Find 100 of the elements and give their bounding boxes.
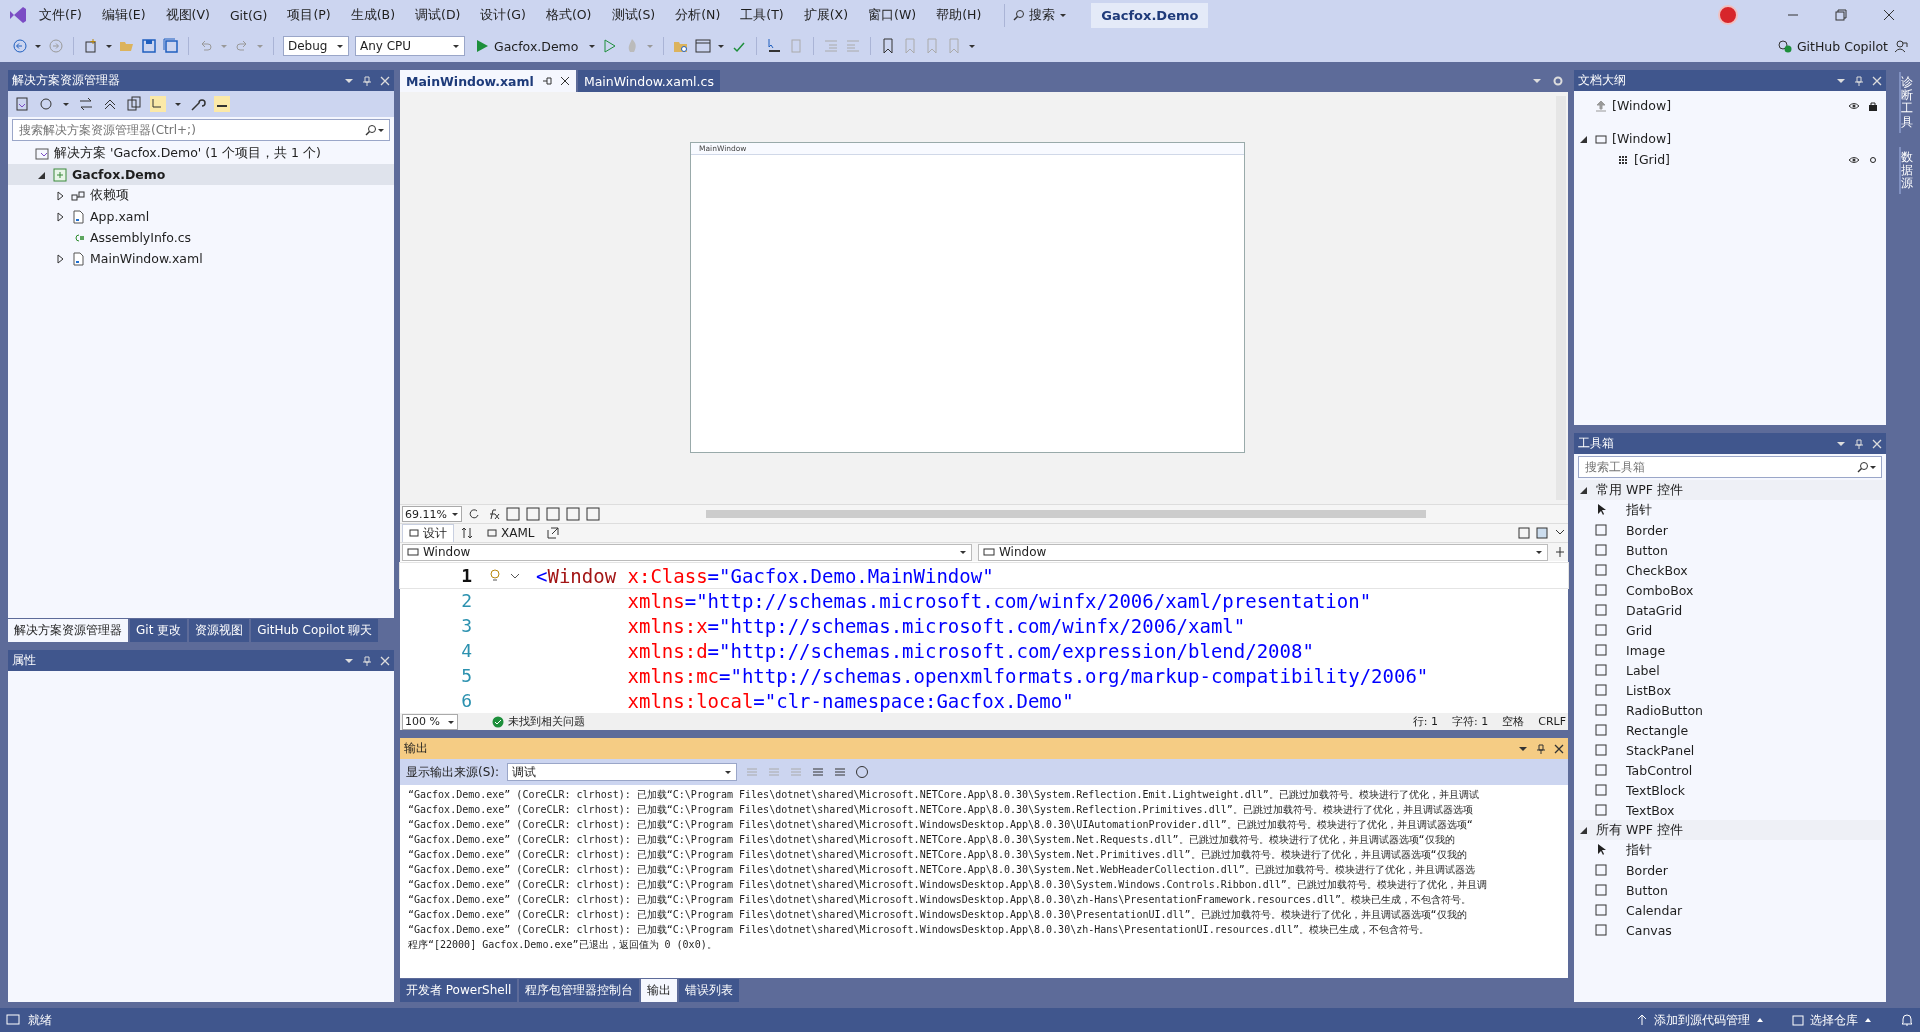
menu-item[interactable]: 测试(S): [602, 2, 665, 28]
toolbox-item[interactable]: 指针: [1574, 840, 1886, 860]
collapsed-arrow-icon[interactable]: [55, 190, 65, 201]
menu-item[interactable]: 编辑(E): [92, 2, 155, 28]
toolbox-item[interactable]: TextBlock: [1574, 780, 1886, 800]
wrench-icon[interactable]: [190, 96, 206, 112]
menu-item[interactable]: Git(G): [220, 3, 277, 27]
element-dropdown[interactable]: Window: [402, 543, 972, 561]
element-dropdown[interactable]: Window: [978, 543, 1548, 561]
collapsed-arrow-icon[interactable]: [55, 253, 65, 264]
indent-indicator[interactable]: 空格: [1502, 714, 1525, 729]
line-ending-indicator[interactable]: CRLF: [1538, 715, 1566, 728]
view-tab[interactable]: 设计: [402, 523, 454, 543]
toolbox-item[interactable]: ComboBox: [1574, 580, 1886, 600]
save-icon[interactable]: [141, 38, 157, 54]
tree-item[interactable]: 解决方案 'Gacfox.Demo' (1 个项目，共 1 个): [8, 143, 394, 164]
toolbox-item[interactable]: RadioButton: [1574, 700, 1886, 720]
copilot-button[interactable]: GitHub Copilot: [1777, 38, 1888, 54]
menu-item[interactable]: 分析(N): [666, 2, 730, 28]
panel-tab[interactable]: 解决方案资源管理器: [8, 619, 128, 642]
view-tab[interactable]: XAML: [480, 525, 542, 541]
toolbox-item[interactable]: Image: [1574, 640, 1886, 660]
toolbox-item[interactable]: ListBox: [1574, 680, 1886, 700]
panel-tab[interactable]: GitHub Copilot 聊天: [251, 619, 379, 642]
toolbox-item[interactable]: Grid: [1574, 620, 1886, 640]
menu-item[interactable]: 文件(F): [30, 2, 91, 28]
code-editor[interactable]: [400, 561, 1568, 713]
menu-item[interactable]: 设计(G): [471, 2, 535, 28]
close-icon[interactable]: [1883, 9, 1895, 21]
toolbox-item[interactable]: Border: [1574, 520, 1886, 540]
refresh-icon[interactable]: [468, 508, 480, 520]
select-repository-button[interactable]: 选择仓库: [1792, 1011, 1872, 1029]
configuration-dropdown[interactable]: Debug: [283, 36, 349, 56]
sync-icon[interactable]: [78, 96, 94, 112]
side-tab[interactable]: 数据源: [1899, 146, 1911, 195]
outline-item[interactable]: [Window]: [1574, 95, 1886, 116]
menu-item[interactable]: 窗口(W): [859, 2, 926, 28]
tree-item[interactable]: App.xaml: [8, 206, 394, 227]
toolbox-item[interactable]: Canvas: [1574, 920, 1886, 940]
menu-item[interactable]: 帮助(H): [927, 2, 991, 28]
popout-icon[interactable]: [547, 527, 560, 539]
menu-item[interactable]: 调试(D): [406, 2, 470, 28]
tree-item[interactable]: Gacfox.Demo: [8, 164, 394, 185]
toolbox-group[interactable]: 所有 WPF 控件: [1574, 820, 1886, 840]
menu-item[interactable]: 格式(O): [536, 2, 601, 28]
settings-icon[interactable]: [1552, 75, 1564, 87]
collapsed-arrow-icon[interactable]: [55, 211, 65, 222]
dropdown-icon[interactable]: [1532, 76, 1542, 86]
history-icon[interactable]: [38, 96, 54, 112]
expanded-arrow-icon[interactable]: [1579, 485, 1589, 495]
tree-item[interactable]: 依赖项: [8, 185, 394, 206]
search-input[interactable]: 搜索解决方案资源管理器(Ctrl+;): [17, 122, 365, 138]
add-to-source-control-button[interactable]: 添加到源代码管理: [1636, 1011, 1764, 1029]
editor-tab[interactable]: MainWindow.xaml.cs: [577, 70, 720, 92]
expanded-arrow-icon[interactable]: [1579, 825, 1589, 835]
restore-icon[interactable]: [1835, 9, 1847, 21]
toolbox-group[interactable]: 常用 WPF 控件: [1574, 480, 1886, 500]
clock-icon[interactable]: [855, 765, 870, 779]
toolbox-item[interactable]: TextBox: [1574, 800, 1886, 820]
output-source-dropdown[interactable]: 调试: [507, 763, 738, 781]
circle-icon[interactable]: [1868, 154, 1878, 165]
save-all-icon[interactable]: [163, 38, 179, 54]
toolbox-item[interactable]: Label: [1574, 660, 1886, 680]
search-button[interactable]: 搜索: [1004, 3, 1076, 27]
browser-icon[interactable]: [695, 38, 712, 54]
close-icon[interactable]: [1554, 743, 1564, 754]
tree-item[interactable]: MainWindow.xaml: [8, 248, 394, 269]
issues-status[interactable]: 未找到相关问题: [508, 714, 585, 729]
panel-tab[interactable]: 资源视图: [189, 619, 250, 642]
tree-item[interactable]: AssemblyInfo.cs: [8, 227, 394, 248]
cursor-icon[interactable]: [766, 38, 783, 54]
new-item-icon[interactable]: [83, 38, 99, 54]
menu-item[interactable]: 生成(B): [341, 2, 405, 28]
toolbox-item[interactable]: Rectangle: [1574, 720, 1886, 740]
toolbox-item[interactable]: Button: [1574, 880, 1886, 900]
menu-item[interactable]: 视图(V): [156, 2, 219, 28]
bell-icon[interactable]: [1900, 1013, 1914, 1027]
pin-icon[interactable]: [1536, 743, 1546, 754]
toolbox-item[interactable]: TabControl: [1574, 760, 1886, 780]
side-tab[interactable]: 诊断工具: [1899, 72, 1911, 133]
lock-icon[interactable]: [1868, 100, 1878, 111]
zoom-dropdown[interactable]: 100 %: [402, 713, 458, 730]
toolbox-item[interactable]: Button: [1574, 540, 1886, 560]
scrollbar[interactable]: [706, 510, 1426, 518]
search-field[interactable]: 搜索工具箱: [1578, 456, 1882, 478]
toolbox-item[interactable]: Calendar: [1574, 900, 1886, 920]
menu-item[interactable]: 扩展(X): [794, 2, 858, 28]
search-field[interactable]: 搜索解决方案资源管理器(Ctrl+;): [12, 119, 390, 141]
start-button[interactable]: Gacfox.Demo: [471, 36, 583, 56]
panel-tab[interactable]: 错误列表: [679, 979, 740, 1002]
zoom-dropdown[interactable]: 69.11%: [402, 506, 462, 522]
panel-tab[interactable]: 程序包管理器控制台: [519, 979, 640, 1002]
copy-icon[interactable]: [126, 96, 142, 112]
toolbox-item[interactable]: 指针: [1574, 500, 1886, 520]
toolbox-item[interactable]: CheckBox: [1574, 560, 1886, 580]
avatar[interactable]: [1718, 5, 1738, 25]
toolbox-item[interactable]: DataGrid: [1574, 600, 1886, 620]
solution-icon[interactable]: [14, 96, 30, 112]
feedback-icon[interactable]: [1894, 39, 1908, 53]
swap-icon[interactable]: [460, 526, 474, 540]
